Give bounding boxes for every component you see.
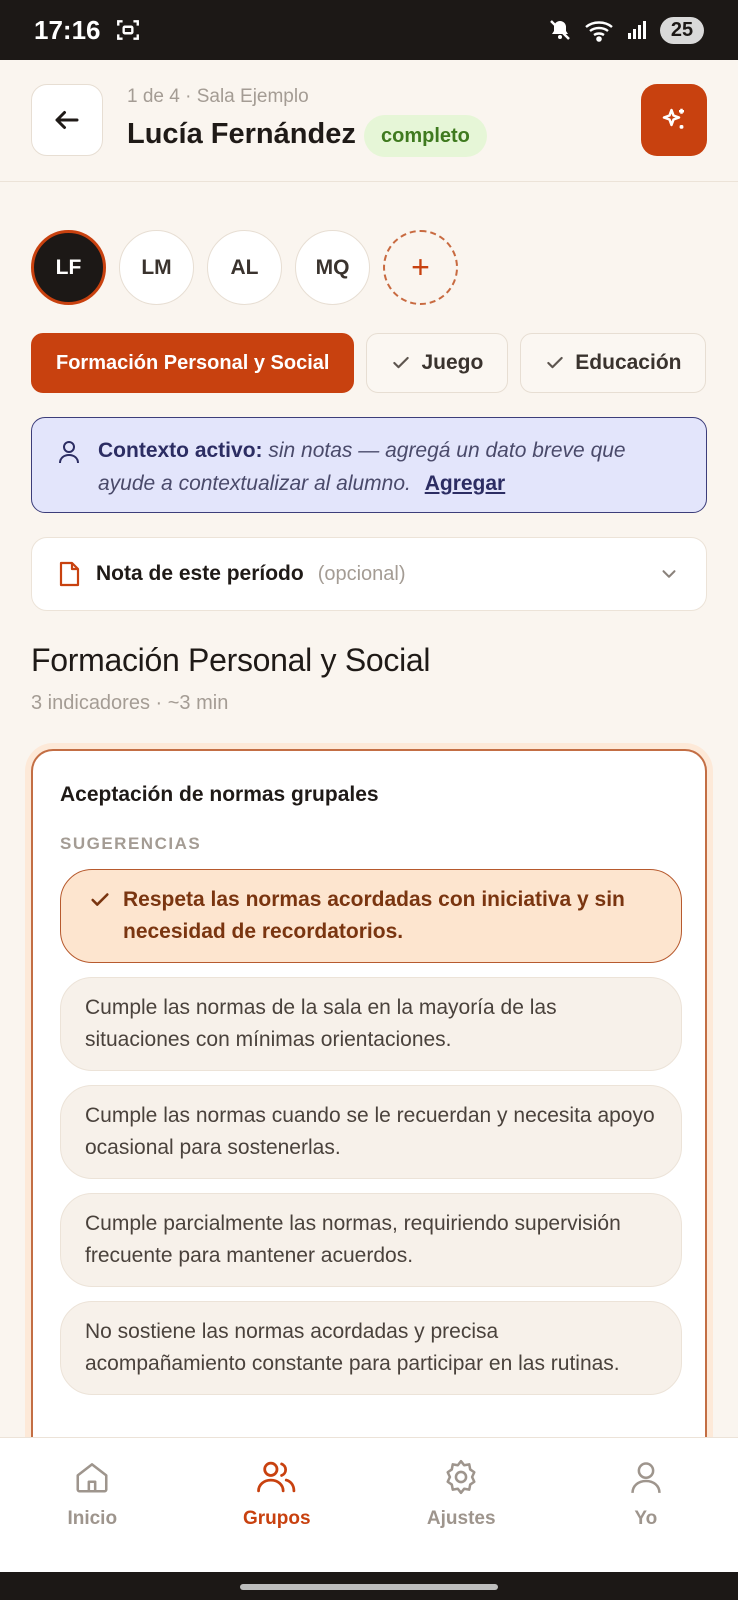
nav-label: Inicio bbox=[67, 1508, 118, 1529]
add-context-link[interactable]: Agregar bbox=[425, 472, 506, 495]
user-icon bbox=[631, 1462, 661, 1493]
section-meta: 3 indicadores · ~3 min bbox=[31, 692, 229, 714]
student-avatars: LF LM AL MQ + bbox=[31, 230, 458, 305]
suggestion-option[interactable]: Cumple las normas de la sala en la mayor… bbox=[60, 977, 682, 1071]
check-icon bbox=[91, 893, 109, 906]
area-tabs: Formación Personal y Social Juego Educac… bbox=[31, 333, 707, 395]
context-banner: Contexto activo: sin notas — agregá un d… bbox=[31, 417, 707, 513]
users-icon bbox=[256, 1461, 296, 1493]
battery-level: 25 bbox=[660, 16, 704, 44]
status-bar: 17:16 25 bbox=[0, 0, 738, 60]
nav-inicio[interactable]: Inicio bbox=[0, 1438, 185, 1572]
avatar-lf[interactable]: LF bbox=[31, 230, 106, 305]
arrow-left-icon bbox=[55, 111, 79, 129]
context-label: Contexto activo: bbox=[98, 439, 263, 462]
indicator-card: Aceptación de normas grupales SUGERENCIA… bbox=[31, 749, 707, 1449]
person-icon bbox=[59, 441, 79, 464]
add-student-button[interactable]: + bbox=[383, 230, 458, 305]
suggestion-option[interactable]: Cumple las normas cuando se le recuerdan… bbox=[60, 1085, 682, 1179]
page-header: 1 de 4 · Sala Ejemplo Lucía Fernández co… bbox=[0, 60, 738, 182]
status-icons: 25 bbox=[548, 16, 704, 44]
note-optional: (opcional) bbox=[317, 562, 406, 585]
suggestion-option[interactable]: No sostiene las normas acordadas y preci… bbox=[60, 1301, 682, 1395]
breadcrumb: 1 de 4 · Sala Ejemplo bbox=[127, 86, 309, 107]
tab-label: Formación Personal y Social bbox=[56, 351, 330, 374]
home-icon bbox=[76, 1463, 108, 1493]
suggestion-options: Respeta las normas acordadas con iniciat… bbox=[60, 869, 682, 1409]
home-gesture-handle[interactable] bbox=[240, 1584, 498, 1590]
tab-formacion-personal[interactable]: Formación Personal y Social bbox=[31, 333, 355, 393]
status-badge: completo bbox=[364, 115, 487, 157]
back-button[interactable] bbox=[31, 84, 103, 156]
suggestion-option-selected[interactable]: Respeta las normas acordadas con iniciat… bbox=[60, 869, 682, 963]
wifi-icon bbox=[585, 21, 613, 42]
tab-label: Juego bbox=[421, 351, 484, 374]
nav-label: Yo bbox=[634, 1508, 658, 1529]
section-title: Formación Personal y Social bbox=[31, 642, 431, 678]
avatar-lm[interactable]: LM bbox=[119, 230, 194, 305]
indicator-title: Aceptación de normas grupales bbox=[60, 783, 379, 806]
check-icon bbox=[547, 356, 564, 369]
suggestion-option[interactable]: Cumple parcialmente las normas, requirie… bbox=[60, 1193, 682, 1287]
avatar-mq[interactable]: MQ bbox=[295, 230, 370, 305]
mute-icon bbox=[550, 20, 570, 40]
nav-yo[interactable]: Yo bbox=[554, 1438, 738, 1572]
status-time-group: 17:16 bbox=[34, 15, 141, 46]
chevron-down-icon bbox=[662, 570, 676, 578]
sparkles-icon bbox=[662, 108, 684, 129]
nav-grupos[interactable]: Grupos bbox=[185, 1438, 370, 1572]
nav-ajustes[interactable]: Ajustes bbox=[369, 1438, 554, 1572]
nav-label: Grupos bbox=[242, 1508, 311, 1529]
avatar-al[interactable]: AL bbox=[207, 230, 282, 305]
period-note-toggle[interactable]: Nota de este período (opcional) bbox=[31, 537, 707, 611]
signal-icon bbox=[628, 21, 646, 39]
suggestion-text: Respeta las normas acordadas con iniciat… bbox=[123, 888, 625, 943]
gear-icon bbox=[446, 1459, 476, 1495]
suggestions-label: SUGERENCIAS bbox=[60, 834, 202, 853]
tab-juego[interactable]: Juego bbox=[366, 333, 509, 393]
note-icon bbox=[59, 561, 80, 587]
note-title: Nota de este período bbox=[96, 562, 304, 585]
screenshot-icon bbox=[116, 20, 139, 40]
status-time: 17:16 bbox=[34, 14, 101, 45]
bottom-nav: Inicio Grupos Ajustes Yo bbox=[0, 1437, 738, 1572]
nav-label: Ajustes bbox=[426, 1508, 496, 1529]
ai-assist-button[interactable] bbox=[641, 84, 707, 156]
tab-label: Educación bbox=[575, 351, 682, 374]
check-icon bbox=[393, 356, 410, 369]
student-name: Lucía Fernández bbox=[127, 118, 356, 150]
tab-educacion[interactable]: Educación bbox=[520, 333, 707, 393]
